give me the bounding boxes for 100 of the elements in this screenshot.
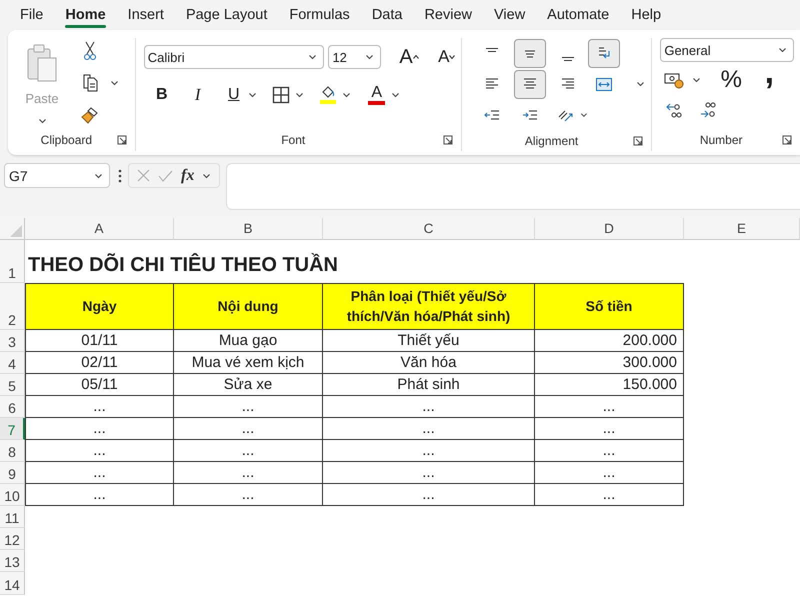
caret-icon[interactable] <box>692 77 702 83</box>
font-size-field[interactable]: 12 <box>328 45 382 69</box>
underline-button[interactable]: U <box>220 81 248 109</box>
menu-tab[interactable]: Formulas <box>278 2 361 26</box>
caret-icon[interactable] <box>580 112 588 118</box>
table-cell: ... <box>602 421 616 436</box>
table-cell: ... <box>422 465 435 480</box>
caret-icon[interactable] <box>294 92 304 98</box>
table-cell: 300.000 <box>622 355 677 370</box>
menu-tab[interactable]: Help <box>620 2 672 26</box>
column-header[interactable]: C <box>323 218 535 240</box>
menu-tab[interactable]: File <box>9 2 54 26</box>
header-cell: Phân loại (Thiết yếu/Sở thích/Văn hóa/Phát sinh) <box>323 283 535 330</box>
table-cell: ... <box>93 421 106 436</box>
column-header[interactable]: D <box>535 218 684 240</box>
caret-icon[interactable] <box>110 80 119 86</box>
caret-down-icon <box>449 55 456 59</box>
menu-tab[interactable]: Data <box>360 2 414 26</box>
row-header[interactable]: 12 <box>0 528 25 550</box>
shrink-font-button[interactable]: A <box>432 43 461 71</box>
table-cell: Thiết yếu <box>398 333 460 348</box>
dialog-launcher-icon[interactable] <box>116 135 127 145</box>
group-label: Number <box>698 133 744 147</box>
caret-icon[interactable] <box>248 92 257 98</box>
row-header[interactable]: 11 <box>0 506 25 528</box>
copy-icon <box>82 74 98 92</box>
menu-tab[interactable]: Review <box>413 2 483 26</box>
paint-bucket-icon <box>318 85 337 105</box>
row-header[interactable]: 2 <box>0 283 25 330</box>
table-cell: ... <box>422 399 435 414</box>
menu-tab[interactable]: Page Layout <box>174 2 278 26</box>
row-header[interactable]: 10 <box>0 484 25 506</box>
dialog-launcher-icon[interactable] <box>782 135 792 145</box>
menu-tab[interactable]: Home <box>54 2 117 26</box>
name-box[interactable]: G7 <box>4 163 110 188</box>
row-header[interactable]: 3 <box>0 330 25 352</box>
table-cell: ... <box>242 399 254 414</box>
row-header[interactable]: 14 <box>0 572 25 595</box>
table-cell: Sửa xe <box>224 377 272 392</box>
menu-tab[interactable]: View <box>483 2 536 26</box>
row-header[interactable]: 8 <box>0 440 25 462</box>
row-header[interactable]: 5 <box>0 374 25 396</box>
table-cell: ... <box>242 465 254 480</box>
comma-style-button[interactable]: , <box>755 66 784 94</box>
row-header[interactable]: 13 <box>0 550 25 572</box>
row-header[interactable]: 1 <box>0 240 25 283</box>
caret-icon[interactable] <box>342 92 351 98</box>
table-cell: ... <box>93 487 106 502</box>
merge-align-icon <box>594 76 613 92</box>
menu-tab[interactable]: Insert <box>116 2 175 26</box>
bold-button[interactable]: B <box>148 81 176 109</box>
table-cell: ... <box>242 421 254 436</box>
caret-icon[interactable] <box>390 92 400 98</box>
bottom-align-icon <box>562 56 574 60</box>
column-header[interactable]: A <box>25 218 174 240</box>
caret-icon[interactable] <box>202 172 212 178</box>
group-label: Alignment <box>524 134 580 148</box>
arrow-left-icon <box>665 101 684 119</box>
caret-icon[interactable] <box>38 118 46 124</box>
number-format-field[interactable]: General <box>660 38 794 62</box>
table-cell: ... <box>602 443 616 458</box>
formula-input[interactable] <box>226 163 800 210</box>
menu-tab[interactable]: Automate <box>536 2 620 26</box>
grow-font-button[interactable]: A <box>395 43 423 71</box>
italic-button[interactable]: I <box>184 81 212 109</box>
table-cell: Văn hóa <box>400 355 456 370</box>
table-cell: 02/11 <box>81 355 118 370</box>
sheet-title: THEO DÕI CHI TIÊU THEO TUẦN <box>27 252 339 278</box>
table-cell: 05/11 <box>81 377 118 392</box>
check-icon[interactable] <box>158 170 173 182</box>
caret-icon <box>778 47 788 53</box>
table-cell: Mua vé xem kịch <box>192 355 304 370</box>
row-header[interactable]: 7 <box>0 418 25 440</box>
header-cell: Số tiền <box>535 283 684 330</box>
table-cell: 200.000 <box>622 333 677 348</box>
group-label: Font <box>280 133 306 147</box>
table-cell: ... <box>242 487 254 502</box>
caret-icon[interactable] <box>636 81 645 87</box>
percent-style-button[interactable]: % <box>717 66 746 94</box>
insert-function-button[interactable]: fx <box>181 166 194 184</box>
group-label: Clipboard <box>40 133 94 147</box>
more-icon[interactable] <box>118 168 122 182</box>
dialog-launcher-icon[interactable] <box>442 135 453 145</box>
row-header[interactable]: 4 <box>0 352 25 374</box>
alignment-button[interactable] <box>514 70 546 98</box>
font-color-button[interactable]: A <box>362 81 391 109</box>
table-cell: ... <box>93 465 106 480</box>
table-cell: ... <box>602 465 616 480</box>
font-name-field[interactable]: Calibri <box>144 45 324 69</box>
grid-icon <box>272 86 290 104</box>
caret-icon <box>94 172 103 178</box>
row-header[interactable]: 9 <box>0 462 25 484</box>
row-header[interactable]: 6 <box>0 396 25 418</box>
alignment-button[interactable] <box>514 38 546 68</box>
header-cell: Ngày <box>25 283 174 330</box>
dialog-launcher-icon[interactable] <box>633 136 644 146</box>
column-header[interactable]: E <box>684 218 800 240</box>
caret-icon <box>308 54 318 60</box>
column-header[interactable]: B <box>174 218 323 240</box>
table-cell: ... <box>602 399 616 414</box>
